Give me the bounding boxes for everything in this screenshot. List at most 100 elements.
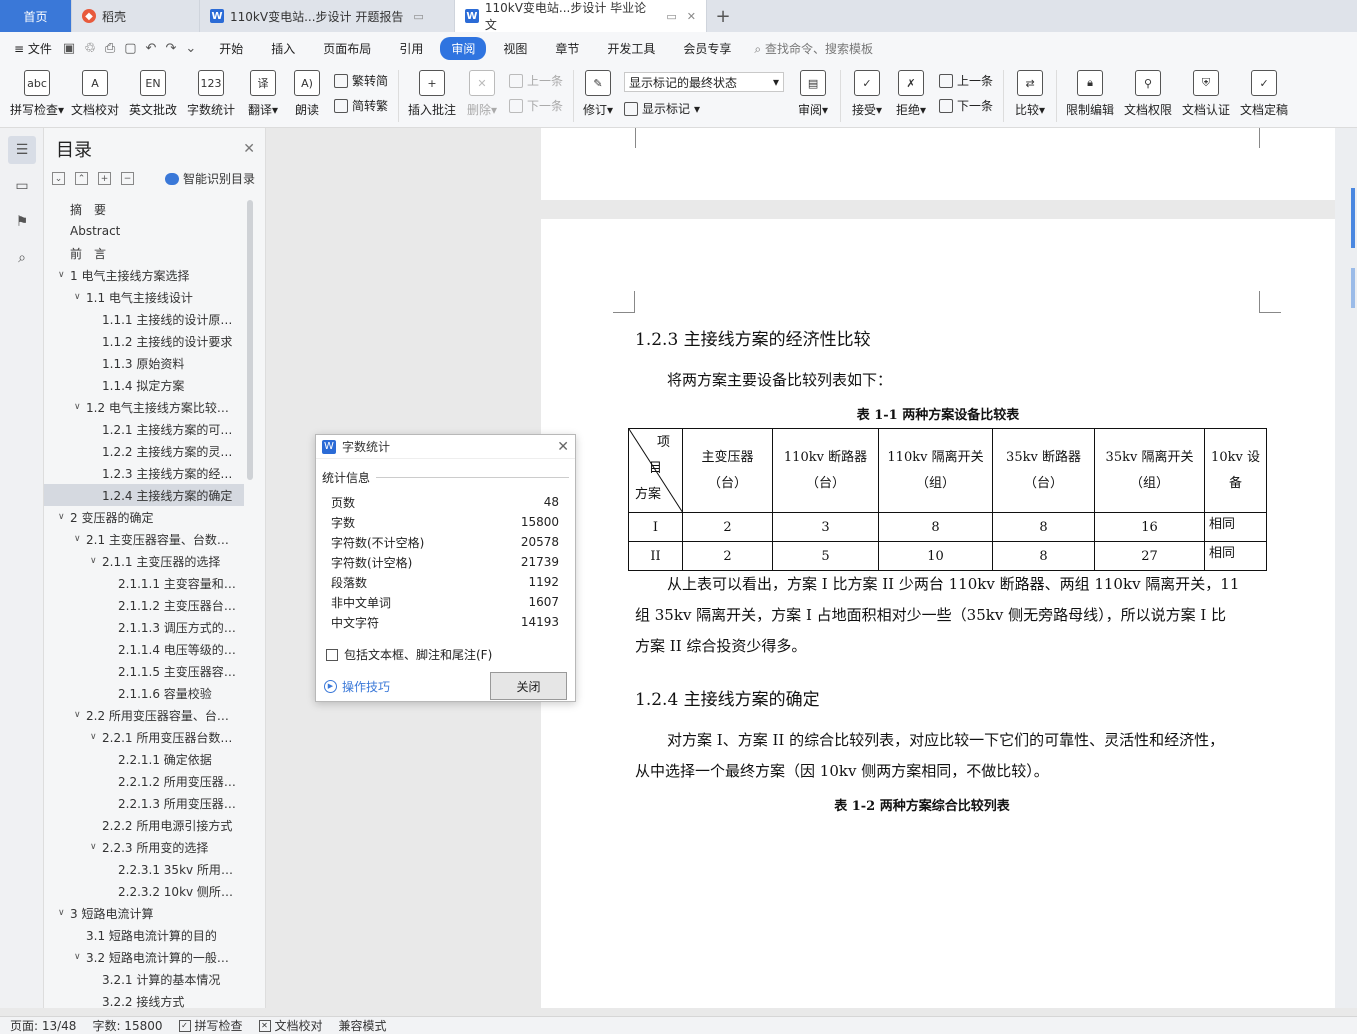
preview-icon[interactable]: ▢ <box>124 41 136 56</box>
prev-revision-button[interactable]: 上一条 <box>939 72 993 89</box>
toc-item[interactable]: 2.2.1.2 所用变压器容量的确定 <box>44 770 244 792</box>
document-page[interactable]: 1.2.3 主接线方案的经济性比较 将两方案主要设备比较列表如下： 表 1-1 … <box>541 219 1335 1008</box>
add-heading-icon[interactable]: + <box>98 172 111 185</box>
toc-item[interactable]: 1.1.3 原始资料 <box>44 352 244 374</box>
delete-comment-button[interactable]: ✕ 删除▾ <box>461 64 503 118</box>
revise-button[interactable]: ✎ 修订▾ <box>578 64 618 118</box>
chevron-down-icon[interactable]: ∨ <box>74 402 86 412</box>
toc-item[interactable]: 3.2.1 计算的基本情况 <box>44 968 244 990</box>
chevron-down-icon[interactable]: ∨ <box>90 556 102 566</box>
toc-item[interactable]: 前 言 <box>44 242 244 264</box>
toc-item[interactable]: 2.2.1.3 所用变压器型号的确定 <box>44 792 244 814</box>
menu-view[interactable]: 视图 <box>492 37 538 60</box>
menu-home[interactable]: 开始 <box>208 37 254 60</box>
save-icon[interactable]: ▣ <box>63 41 75 56</box>
review-pane-button[interactable]: ▤ 审阅▾ <box>790 64 836 118</box>
english-check-button[interactable]: EN 英文批改 <box>124 64 182 118</box>
chevron-down-icon[interactable]: ∨ <box>58 512 70 522</box>
outline-icon[interactable]: ☰ <box>8 136 36 164</box>
doc-cert-button[interactable]: ⛨ 文档认证 <box>1177 64 1235 118</box>
toc-item[interactable]: 2.1.1.2 主变压器台数的确定 <box>44 594 244 616</box>
toc-item[interactable]: 2.1.1.1 主变容量和台数的确定 <box>44 572 244 594</box>
toc-item[interactable]: ∨ 1.1 电气主接线设计 <box>44 286 244 308</box>
next-comment-button[interactable]: 下一条 <box>509 97 563 114</box>
spell-check-status[interactable]: ✓ 拼写检查 <box>178 1017 243 1034</box>
toc-item[interactable]: ∨ 1 电气主接线方案选择 <box>44 264 244 286</box>
menu-layout[interactable]: 页面布局 <box>312 37 382 60</box>
redo-icon[interactable]: ↷ <box>165 41 176 56</box>
toc-item[interactable]: 2.2.2 所用电源引接方式 <box>44 814 244 836</box>
compare-button[interactable]: ⇄ 比较▾ <box>1008 64 1052 118</box>
toc-item[interactable]: 2.1.1.3 调压方式的选择 <box>44 616 244 638</box>
chapter-nav-icon[interactable]: ▭ <box>8 172 36 200</box>
toc-item[interactable]: 1.1.2 主接线的设计要求 <box>44 330 244 352</box>
doc-check-button[interactable]: A 文档校对 <box>66 64 124 118</box>
remove-heading-icon[interactable]: − <box>121 172 134 185</box>
close-icon[interactable]: ✕ <box>557 439 569 455</box>
undo-icon[interactable]: ↶ <box>146 41 157 56</box>
chevron-down-icon[interactable]: ∨ <box>58 908 70 918</box>
menu-reference[interactable]: 引用 <box>388 37 434 60</box>
chevron-down-icon[interactable]: ∨ <box>90 732 102 742</box>
print-icon[interactable]: ⎙ <box>105 41 115 56</box>
command-search[interactable]: ⌕ 查找命令、搜索模板 <box>754 40 873 57</box>
menu-member[interactable]: 会员专享 <box>672 37 742 60</box>
toc-item[interactable]: ∨ 2.1.1 主变压器的选择 <box>44 550 244 572</box>
toc-item[interactable]: ∨ 2.2.3 所用变的选择 <box>44 836 244 858</box>
cloud-icon[interactable]: ♲ <box>84 41 96 56</box>
collapse-all-icon[interactable]: ⌃ <box>75 172 88 185</box>
chevron-down-icon[interactable]: ∨ <box>74 952 86 962</box>
reject-button[interactable]: ✗ 拒绝▾ <box>889 64 933 118</box>
toc-item[interactable]: 1.1.1 主接线的设计原则和要求 <box>44 308 244 330</box>
toc-item[interactable]: ∨2.2 所用变压器容量、台数的确定 <box>44 704 244 726</box>
toc-item[interactable]: ∨ 3 短路电流计算 <box>44 902 244 924</box>
doc-finalize-button[interactable]: ✓ 文档定稿 <box>1235 64 1293 118</box>
toc-item[interactable]: 3.2.2 接线方式 <box>44 990 244 1009</box>
tab-thesis[interactable]: W 110kV变电站...步设计 毕业论文 ▭ ✕ <box>455 0 707 32</box>
word-count-button[interactable]: 123 字数统计 <box>182 64 240 118</box>
chevron-down-icon[interactable]: ∨ <box>90 842 102 852</box>
checkbox[interactable] <box>326 648 338 661</box>
smart-toc-button[interactable]: 智能识别目录 <box>164 170 255 187</box>
scroll-thumb[interactable] <box>1351 188 1355 248</box>
toc-item[interactable]: 1.1.4 拟定方案 <box>44 374 244 396</box>
toc-item[interactable]: ∨2.1 主变压器容量、台数及形式的选择 <box>44 528 244 550</box>
markup-state-select[interactable]: 显示标记的最终状态 ▾ <box>624 72 785 92</box>
tab-home[interactable]: 首页 <box>0 0 72 32</box>
toc-item[interactable]: 2.1.1.4 电压等级的确定 <box>44 638 244 660</box>
next-revision-button[interactable]: 下一条 <box>939 97 993 114</box>
tab-proposal[interactable]: W 110kV变电站...步设计 开题报告 ▭ <box>200 0 455 32</box>
toc-item[interactable]: 摘 要 <box>44 198 244 220</box>
word-count-indicator[interactable]: 字数: 15800 <box>92 1017 162 1034</box>
menu-review[interactable]: 审阅 <box>440 36 487 60</box>
search-icon[interactable]: ⌕ <box>8 244 36 272</box>
toc-item[interactable]: Abstract <box>44 220 244 242</box>
spell-check-button[interactable]: abc 拼写检查▾ <box>8 64 66 118</box>
translate-button[interactable]: 译翻译▾ <box>240 64 286 118</box>
tips-link[interactable]: ▶ 操作技巧 <box>324 678 390 695</box>
accept-button[interactable]: ✓ 接受▾ <box>845 64 889 118</box>
trad-to-simp-button[interactable]: 繁转简 <box>334 72 388 89</box>
toc-item[interactable]: 1.2.4 主接线方案的确定 <box>44 484 244 506</box>
show-markup-button[interactable]: 显示标记 ▾ <box>624 100 784 117</box>
menu-insert[interactable]: 插入 <box>260 37 306 60</box>
doc-permission-button[interactable]: ⚲ 文档权限 <box>1119 64 1177 118</box>
dialog-titlebar[interactable]: W 字数统计 ✕ <box>316 435 575 459</box>
insert-comment-button[interactable]: + 插入批注 <box>403 64 461 118</box>
toc-item[interactable]: 1.2.3 主接线方案的经济性比较 <box>44 462 244 484</box>
menu-chapter[interactable]: 章节 <box>544 37 590 60</box>
restrict-edit-button[interactable]: 🔒︎ 限制编辑 <box>1061 64 1119 118</box>
tab-docer[interactable]: ◆ 稻壳 <box>72 0 200 32</box>
toc-item[interactable]: 2.1.1.5 主变压器容量的确定 <box>44 660 244 682</box>
close-icon[interactable]: ✕ <box>687 10 696 23</box>
toc-item[interactable]: 2.2.3.2 10kv 侧所用变的选择 <box>44 880 244 902</box>
toc-item[interactable]: 3.1 短路电流计算的目的 <box>44 924 244 946</box>
toc-item[interactable]: ∨2.2.1 所用变压器台数的确定 <box>44 726 244 748</box>
toc-item[interactable]: 1.2.2 主接线方案的灵活性比较 <box>44 440 244 462</box>
expand-all-icon[interactable]: ⌄ <box>52 172 65 185</box>
prev-comment-button[interactable]: 上一条 <box>509 72 563 89</box>
monitor-icon[interactable]: ▭ <box>413 10 423 23</box>
menu-devtools[interactable]: 开发工具 <box>596 37 666 60</box>
toc-item[interactable]: 2.2.1.1 确定依据 <box>44 748 244 770</box>
toc-item[interactable]: 2.1.1.6 容量校验 <box>44 682 244 704</box>
